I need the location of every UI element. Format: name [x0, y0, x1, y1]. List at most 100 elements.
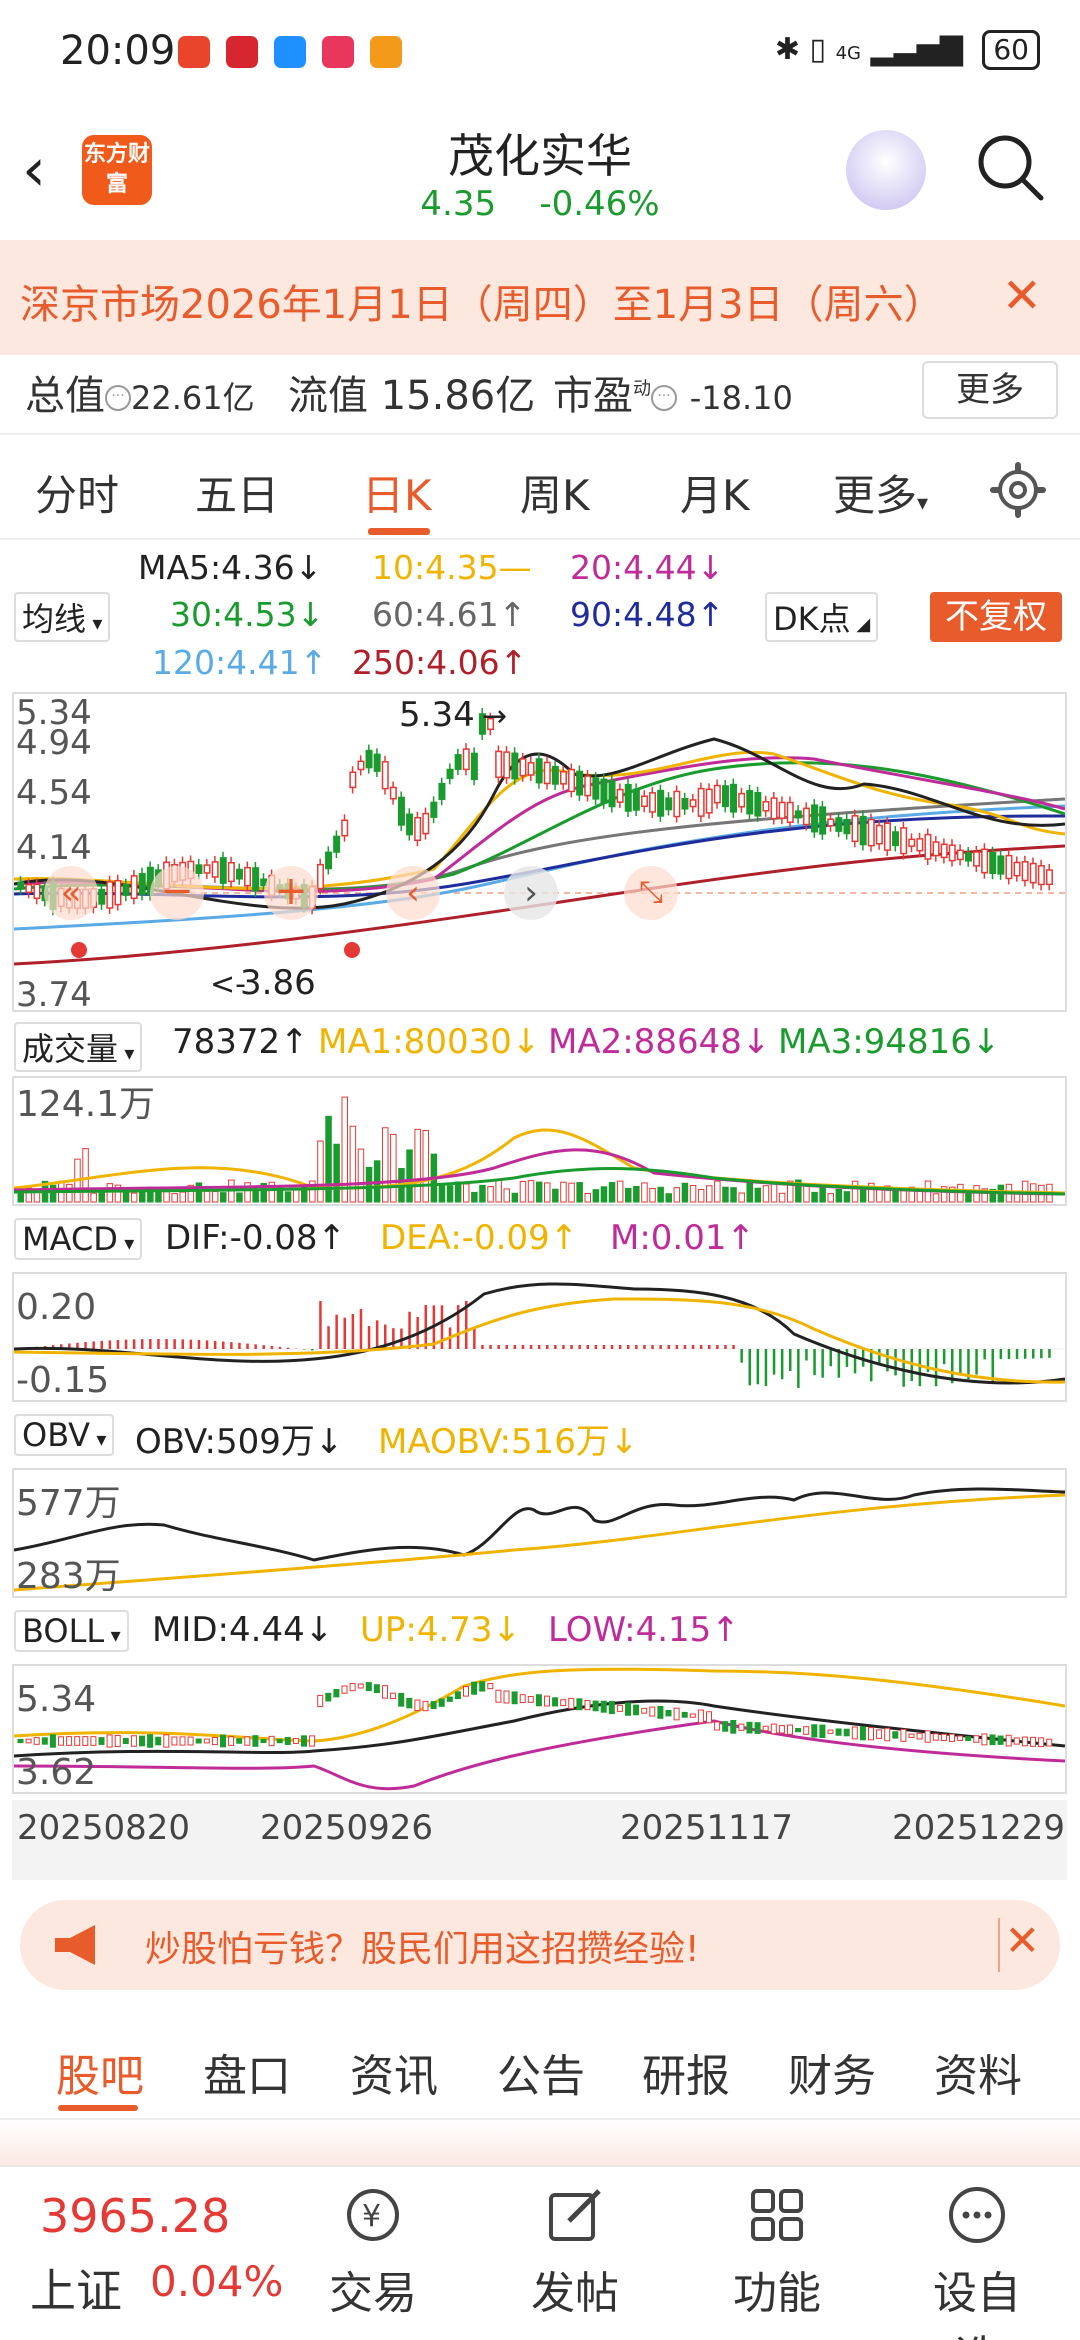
scroll-right-icon[interactable]: › [504, 866, 558, 920]
tab-zhouk[interactable]: 周K [520, 462, 590, 523]
macd-bar [1048, 1349, 1051, 1358]
stock-header: ‹ 东方财富 茂化实华 4.35 -0.46% [0, 100, 1080, 235]
macd-bar [262, 1345, 265, 1349]
float-value: 流值 15.86亿 [288, 363, 535, 421]
tab-yanbao[interactable]: 研报 [642, 2040, 730, 2104]
tab-rik[interactable]: 日K [362, 462, 432, 523]
tab-zixun[interactable]: 资讯 [350, 2040, 438, 2104]
tab-ziliao[interactable]: 资料 [934, 2040, 1022, 2104]
close-icon[interactable]: ✕ [1005, 1916, 1040, 1965]
obv-chart-panel[interactable]: 577万 283万 [12, 1468, 1067, 1598]
fuquan-button[interactable]: 不复权 [930, 592, 1062, 642]
candle-body [316, 863, 324, 890]
total-value: 总值 ··· 22.61亿 [25, 363, 255, 421]
more-button[interactable]: 更多 [922, 361, 1058, 419]
boll-candle [657, 1706, 664, 1719]
candle-body [973, 851, 981, 867]
scroll-left-icon[interactable]: ‹ [386, 866, 440, 920]
grid-icon [751, 2189, 803, 2241]
tab-yuek[interactable]: 月K [680, 462, 750, 523]
close-icon[interactable]: ✕ [1002, 268, 1042, 324]
candle-body [802, 807, 810, 826]
trade-button[interactable]: ¥ 交易 [308, 2185, 438, 2321]
boll-chart-panel[interactable]: 5.34 3.62 [12, 1664, 1067, 1794]
volume-bar [608, 1182, 616, 1203]
promo-banner[interactable]: 炒股怕亏钱？股民们用这招攒经验! ✕ [20, 1900, 1060, 1990]
volume-selector[interactable]: 成交量 ▾ [14, 1022, 143, 1072]
tab-more[interactable]: 更多▾ [833, 462, 928, 523]
assistant-avatar[interactable] [846, 130, 926, 210]
ma-selector[interactable]: 均线 ▾ [14, 592, 111, 642]
boll-candle [730, 1720, 737, 1734]
boll-candle [932, 1733, 939, 1741]
macd-bar [149, 1339, 152, 1349]
settings-gear-icon[interactable] [990, 462, 1046, 518]
obv-selector[interactable]: OBV ▾ [14, 1414, 115, 1456]
boll-candle [309, 1735, 316, 1747]
maobv-line [14, 1493, 1065, 1592]
tab-pankou[interactable]: 盘口 [203, 2040, 291, 2104]
tab-wuri[interactable]: 五日 [195, 462, 279, 523]
trade-label: 交易 [329, 2268, 417, 2319]
candle-body [211, 861, 219, 878]
macd-bar [1007, 1349, 1011, 1359]
event-dot[interactable] [344, 942, 360, 958]
kline-chart-panel[interactable]: 5.34 4.94 4.54 4.14 3.74 5.34 → <- 3.86 … [12, 692, 1067, 1012]
macd-bar [627, 1345, 630, 1349]
tab-gonggao[interactable]: 公告 [497, 2040, 585, 2104]
macd-bar [238, 1342, 241, 1349]
watchlist-label: 设自选 [933, 2268, 1021, 2340]
macd-bar [635, 1345, 638, 1349]
volume-chart-panel[interactable]: 124.1万 [12, 1076, 1067, 1206]
function-button[interactable]: 功能 [712, 2185, 842, 2321]
volume-bar [487, 1186, 494, 1203]
info-icon[interactable]: ··· [105, 385, 131, 411]
volume-bars [17, 1096, 1053, 1203]
caret-down-icon: ▾ [917, 491, 929, 516]
search-icon[interactable] [975, 132, 1045, 202]
macd-bar [562, 1345, 565, 1349]
candle-body [616, 788, 624, 803]
info-icon[interactable]: ··· [651, 385, 677, 411]
date-label: 20251229 [892, 1808, 1066, 1848]
function-label: 功能 [733, 2268, 821, 2319]
tab-guba[interactable]: 股吧 [56, 2040, 144, 2104]
zoom-in-icon[interactable]: + [264, 866, 318, 920]
boll-candle [98, 1737, 105, 1745]
zoom-out-icon[interactable]: − [150, 866, 204, 920]
candle-body [900, 827, 908, 855]
macd-bar [740, 1349, 743, 1363]
volume-bar [616, 1180, 624, 1203]
ma10-legend: 10:4.35— [372, 548, 532, 587]
post-button[interactable]: 发帖 [510, 2185, 640, 2321]
macd-bar [667, 1345, 670, 1349]
macd-selector[interactable]: MACD ▾ [14, 1218, 143, 1260]
candle-body [219, 857, 227, 884]
macd-bar [197, 1340, 201, 1349]
boll-candle [446, 1696, 453, 1702]
boll-candle [406, 1697, 413, 1709]
volume-bar [236, 1192, 243, 1203]
boll-candle [155, 1736, 162, 1746]
volume-selector-label: 成交量 [22, 1030, 119, 1068]
dk-selector[interactable]: DK点 ◢ [765, 592, 879, 642]
boll-candle [122, 1738, 129, 1744]
candle-body [122, 884, 130, 896]
candle-body [130, 875, 138, 900]
event-dot[interactable] [71, 942, 87, 958]
boll-candle [916, 1732, 923, 1740]
kline-chart[interactable]: 5.34 4.94 4.54 4.14 3.74 5.34 → <- 3.86 [14, 694, 1065, 1010]
tab-fenshi[interactable]: 分时 [35, 462, 119, 523]
tab-caiwu[interactable]: 财务 [788, 2040, 876, 2104]
volume-bar [479, 1184, 486, 1203]
index-value[interactable]: 3965.28 [40, 2189, 230, 2243]
fullscreen-icon[interactable]: ⤡ [624, 866, 678, 920]
scroll-first-icon[interactable]: « [44, 866, 98, 920]
candle-body [697, 787, 705, 817]
boll-candle [876, 1729, 883, 1739]
volume-bar [171, 1193, 178, 1203]
add-watchlist-button[interactable]: 设自选 [912, 2185, 1042, 2340]
macd-chart-panel[interactable]: 0.20 -0.15 [12, 1272, 1067, 1402]
boll-selector[interactable]: BOLL ▾ [14, 1610, 129, 1652]
candle-body [535, 758, 543, 784]
